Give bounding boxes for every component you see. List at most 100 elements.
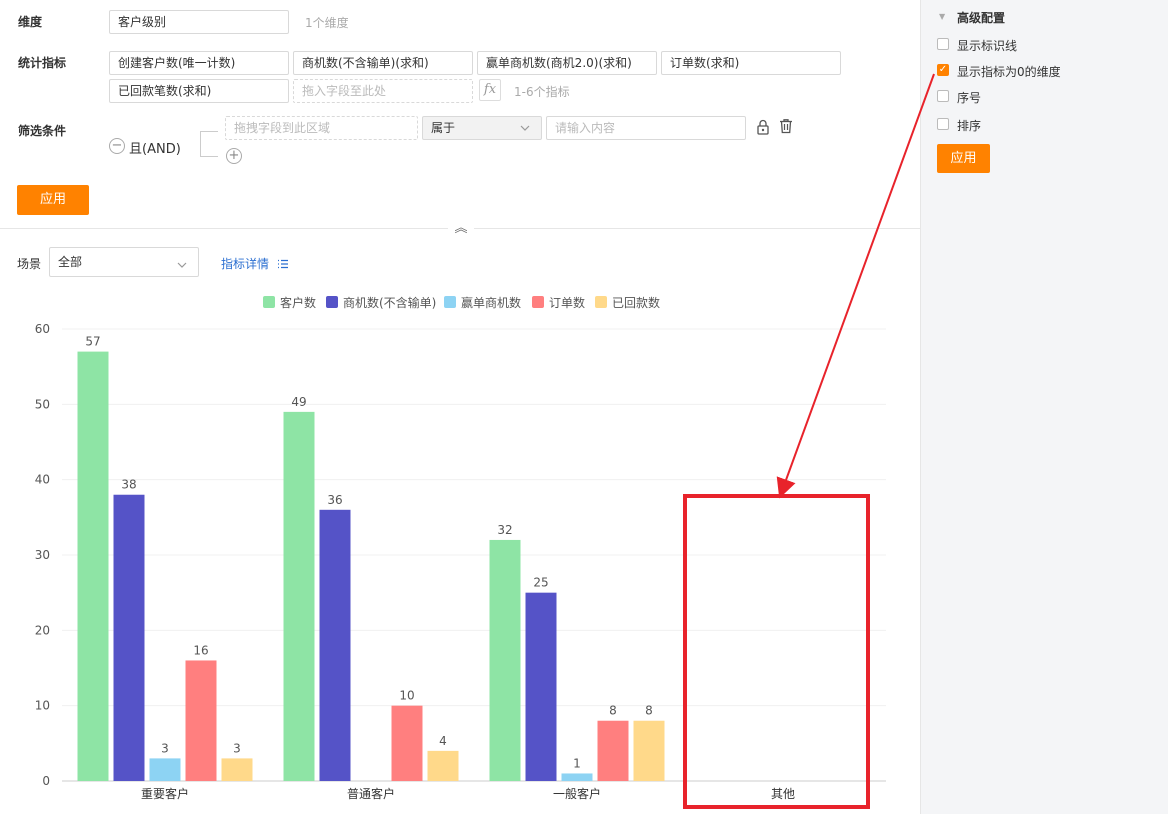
- metric-tag[interactable]: 已回款笔数(求和): [109, 79, 289, 103]
- y-tick-label: 10: [35, 699, 50, 713]
- chevron-down-icon: [519, 121, 531, 139]
- legend-label: 已回款数: [612, 296, 661, 310]
- x-tick-label: 重要客户: [141, 786, 189, 801]
- filter-operator-value: 属于: [431, 121, 456, 135]
- x-tick-label: 一般客户: [553, 786, 601, 801]
- legend-label: 赢单商机数: [461, 296, 522, 310]
- bar-value-label: 38: [121, 478, 136, 492]
- bar: [149, 758, 181, 781]
- scene-select[interactable]: 全部: [49, 247, 199, 277]
- bar-value-label: 32: [497, 523, 512, 537]
- legend-label: 客户数: [280, 296, 317, 310]
- bar-value-label: 25: [533, 576, 548, 590]
- bar-value-label: 8: [645, 704, 653, 718]
- bar: [427, 750, 459, 781]
- bar: [525, 592, 557, 781]
- add-condition-icon[interactable]: +: [226, 148, 242, 164]
- filter-logic[interactable]: 且(AND): [129, 138, 181, 157]
- legend-swatch: [595, 296, 607, 308]
- advanced-settings-panel: ▼ 高级配置 显示标识线 ✓ 显示指标为0的维度 序号 排序 应用: [920, 0, 1168, 814]
- show-zero-dimension-checkbox[interactable]: ✓: [937, 64, 949, 76]
- bar-value-label: 8: [609, 704, 617, 718]
- metric-drop-zone[interactable]: 拖入字段至此处: [293, 79, 473, 103]
- metric-tag[interactable]: 创建客户数(唯一计数): [109, 51, 289, 75]
- legend-swatch: [444, 296, 456, 308]
- formula-icon[interactable]: fx: [479, 79, 501, 101]
- bar: [283, 411, 315, 781]
- y-tick-label: 60: [35, 322, 50, 336]
- metric-detail-link[interactable]: 指标详情: [221, 255, 289, 273]
- metric-detail-label: 指标详情: [221, 257, 270, 271]
- bar: [597, 720, 629, 781]
- filter-label: 筛选条件: [18, 124, 67, 138]
- report-config-panel: 维度 客户级别 1个维度 统计指标 创建客户数(唯一计数) 商机数(不含输单)(…: [0, 0, 920, 814]
- metric-tag[interactable]: 赢单商机数(商机2.0)(求和): [477, 51, 657, 75]
- legend-item[interactable]: 商机数(不含输单): [326, 295, 436, 311]
- bar: [319, 509, 351, 781]
- bar-value-label: 36: [327, 493, 342, 507]
- metric-tag[interactable]: 商机数(不含输单)(求和): [293, 51, 473, 75]
- bar: [113, 494, 145, 781]
- metrics-label: 统计指标: [18, 56, 67, 70]
- delete-icon[interactable]: [779, 118, 793, 137]
- legend-item[interactable]: 赢单商机数: [444, 295, 521, 311]
- x-tick-label: 其他: [771, 787, 795, 801]
- legend-item[interactable]: 客户数: [263, 295, 316, 311]
- lock-icon[interactable]: [756, 119, 770, 138]
- dimension-label: 维度: [18, 15, 43, 29]
- bar: [221, 758, 253, 781]
- legend-swatch: [326, 296, 338, 308]
- filter-value-input[interactable]: 请输入内容: [546, 116, 746, 140]
- legend-swatch: [263, 296, 275, 308]
- y-tick-label: 40: [35, 473, 50, 487]
- option-label: 显示标识线: [957, 39, 1018, 53]
- bar-value-label: 1: [573, 756, 581, 770]
- bar-value-label: 3: [233, 741, 241, 755]
- legend-swatch: [532, 296, 544, 308]
- option-label: 显示指标为0的维度: [957, 65, 1061, 79]
- bar: [561, 773, 593, 781]
- y-tick-label: 20: [35, 623, 50, 637]
- legend-label: 商机数(不含输单): [343, 296, 437, 310]
- x-tick-label: 普通客户: [347, 786, 395, 801]
- advanced-apply-button[interactable]: 应用: [937, 144, 990, 173]
- bar-value-label: 16: [193, 643, 208, 657]
- scene-value: 全部: [58, 255, 83, 269]
- advanced-title: 高级配置: [957, 11, 1006, 25]
- bar-value-label: 49: [291, 395, 306, 409]
- filter-bracket: [200, 131, 218, 157]
- remove-condition-icon[interactable]: −: [109, 138, 125, 154]
- chevron-down-icon: [176, 255, 188, 276]
- show-marker-line-checkbox[interactable]: [937, 38, 949, 50]
- legend-item[interactable]: 订单数: [532, 295, 585, 311]
- legend-label: 订单数: [549, 296, 586, 310]
- filter-operator-select[interactable]: 属于: [422, 116, 542, 140]
- apply-button[interactable]: 应用: [17, 185, 89, 215]
- bar-value-label: 4: [439, 734, 447, 748]
- bar: [489, 539, 521, 781]
- y-tick-label: 30: [35, 548, 50, 562]
- caret-down-icon[interactable]: ▼: [939, 12, 945, 21]
- bar: [391, 705, 423, 781]
- index-checkbox[interactable]: [937, 90, 949, 102]
- bar-chart: 0 10 20 30 40 50 60 57 38 3 16 3 重要客户 49 36 10 4 普通客户 32 25…: [35, 322, 886, 801]
- metrics-count-hint: 1-6个指标: [514, 85, 570, 99]
- bar-value-label: 57: [85, 335, 100, 349]
- y-tick-label: 50: [35, 397, 50, 411]
- sort-checkbox[interactable]: [937, 118, 949, 130]
- option-label: 序号: [957, 91, 982, 105]
- bar-value-label: 10: [399, 689, 414, 703]
- bar: [633, 720, 665, 781]
- dimension-field[interactable]: 客户级别: [109, 10, 289, 34]
- filter-field-drop-zone[interactable]: 拖拽字段到此区域: [225, 116, 418, 140]
- list-icon: [277, 258, 289, 273]
- y-tick-label: 0: [42, 774, 50, 788]
- bar: [185, 660, 217, 781]
- option-label: 排序: [957, 119, 982, 133]
- collapse-icon[interactable]: ︽: [448, 220, 474, 238]
- bar: [77, 351, 109, 781]
- filter-value-placeholder: 请输入内容: [555, 121, 616, 135]
- dimension-count: 1个维度: [305, 16, 349, 30]
- legend-item[interactable]: 已回款数: [595, 295, 660, 311]
- metric-tag[interactable]: 订单数(求和): [661, 51, 841, 75]
